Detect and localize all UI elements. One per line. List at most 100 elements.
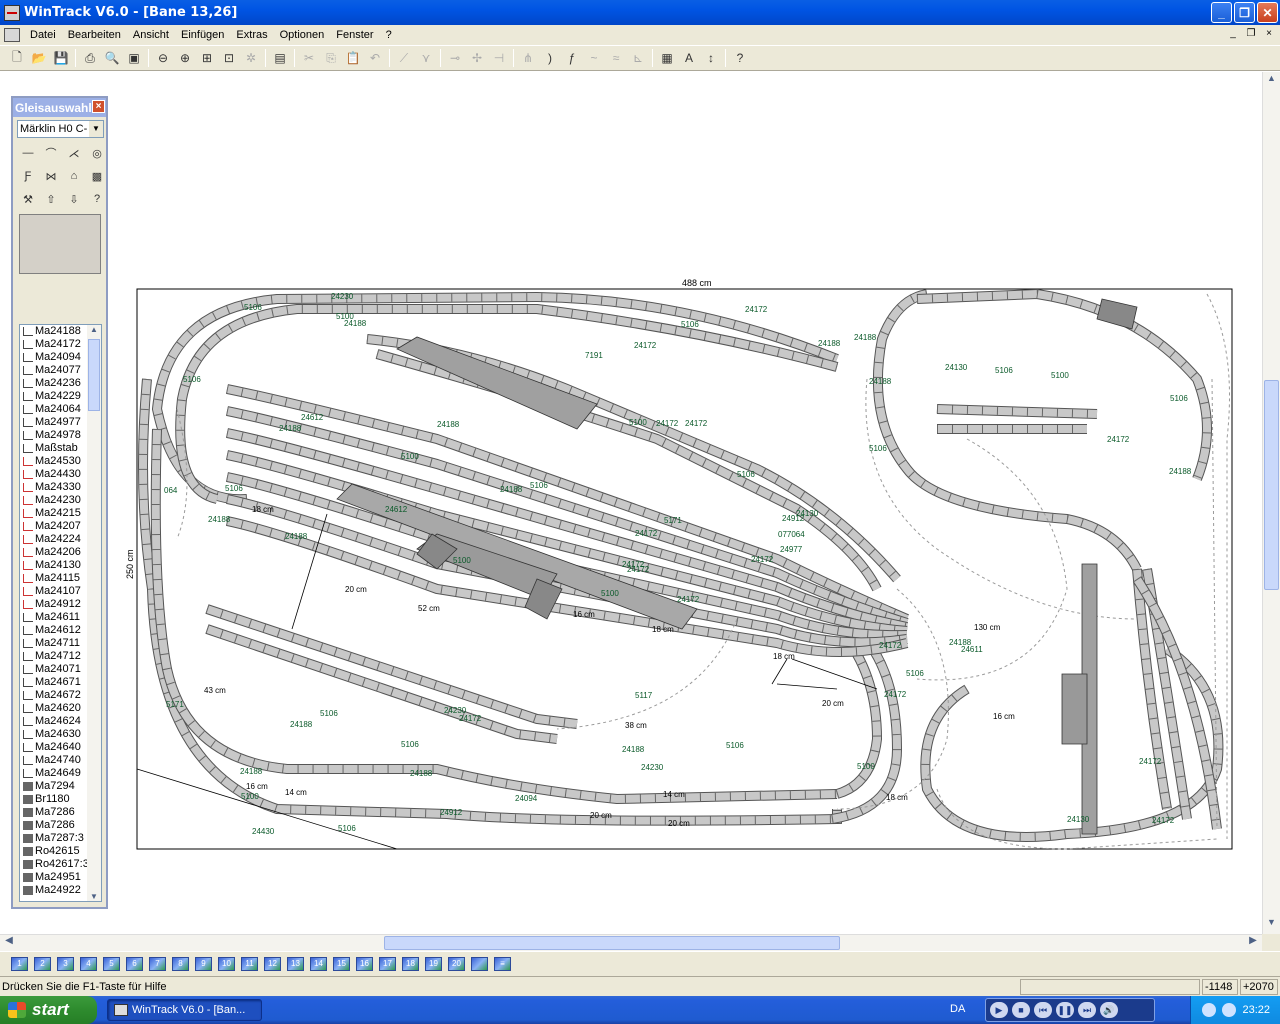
down-icon[interactable]: ⇩ — [63, 188, 85, 210]
menu-item-2[interactable]: Ansicht — [127, 29, 175, 41]
layer-button[interactable]: 15 — [330, 954, 353, 974]
save-icon[interactable]: 💾 — [50, 47, 72, 69]
layer-button[interactable]: 5 — [100, 954, 123, 974]
open-icon[interactable]: 📂 — [28, 47, 50, 69]
parts-list-icon[interactable]: ▤ — [269, 47, 291, 69]
palette-close-button[interactable]: × — [92, 100, 105, 113]
scroll-down-icon[interactable]: ▼ — [1264, 917, 1279, 933]
up-icon[interactable]: ⇧ — [40, 188, 62, 210]
layer-button[interactable]: 3 — [54, 954, 77, 974]
layer-button[interactable]: 7 — [146, 954, 169, 974]
menu-item-1[interactable]: Bearbeiten — [62, 29, 127, 41]
menu-item-0[interactable]: Datei — [24, 29, 62, 41]
layer-button[interactable]: 17 — [376, 954, 399, 974]
layer-button[interactable]: 8 — [169, 954, 192, 974]
taskbar-item-wintrack[interactable]: WinTrack V6.0 - [Ban... — [107, 999, 262, 1021]
layer-button[interactable]: ≡ — [491, 954, 514, 974]
print-preview-icon[interactable]: 🔍 — [101, 47, 123, 69]
new-icon[interactable]: 🗋 — [6, 47, 28, 69]
align-icon[interactable]: ⊣ — [488, 47, 510, 69]
right-station-building[interactable] — [1061, 673, 1088, 745]
measure-icon[interactable]: ⊾ — [627, 47, 649, 69]
mdi-close-button[interactable]: × — [1262, 28, 1276, 41]
scroll-left-icon[interactable]: ◀ — [1, 935, 17, 951]
help-pointer-icon[interactable]: ? — [729, 47, 751, 69]
layer-button[interactable]: 4 — [77, 954, 100, 974]
curve-tool-icon[interactable]: ) — [539, 47, 561, 69]
signal-icon[interactable]: Ƒ — [17, 165, 39, 187]
print-icon[interactable]: ⎙ — [79, 47, 101, 69]
copy-icon[interactable]: ⎘ — [320, 47, 342, 69]
scroll-right-icon[interactable]: ▶ — [1245, 935, 1261, 951]
layer-button[interactable]: 19 — [422, 954, 445, 974]
menu-item-5[interactable]: Optionen — [274, 29, 331, 41]
list-scroll-up-icon[interactable]: ▲ — [87, 325, 101, 334]
layer-button[interactable]: 6 — [123, 954, 146, 974]
app-icon[interactable] — [4, 4, 20, 21]
height-icon[interactable]: ↕ — [700, 47, 722, 69]
track-list-scroll-thumb[interactable] — [88, 339, 100, 411]
vertical-scroll-thumb[interactable] — [1264, 380, 1279, 590]
layer-button[interactable]: 1 — [8, 954, 31, 974]
layer-button[interactable]: 10 — [215, 954, 238, 974]
zoom-window-icon[interactable]: ⊞ — [196, 47, 218, 69]
close-button[interactable]: ✕ — [1257, 2, 1278, 23]
menu-item-7[interactable]: ? — [380, 29, 398, 41]
layer-button[interactable]: 12 — [261, 954, 284, 974]
menu-item-3[interactable]: Einfügen — [175, 29, 230, 41]
flex-2-icon[interactable]: ≈ — [605, 47, 627, 69]
stop-icon[interactable]: ■ — [1012, 1002, 1030, 1018]
curve-track-icon[interactable]: ⌒ — [40, 142, 62, 164]
previous-icon[interactable]: ⏮ — [1034, 1002, 1052, 1018]
turntable-icon[interactable]: ◎ — [86, 142, 108, 164]
text-icon[interactable]: A — [678, 47, 700, 69]
layer-button[interactable] — [468, 954, 491, 974]
language-indicator[interactable]: DA — [950, 1003, 965, 1015]
track-list-scrollbar[interactable]: ▲ ▼ — [87, 325, 101, 901]
image-icon[interactable]: ▣ — [123, 47, 145, 69]
rotate-icon[interactable]: ✢ — [466, 47, 488, 69]
layer-button[interactable]: 13 — [284, 954, 307, 974]
zoom-in-icon[interactable]: ⊕ — [174, 47, 196, 69]
pause-icon[interactable]: ❚❚ — [1056, 1002, 1074, 1018]
scroll-up-icon[interactable]: ▲ — [1264, 73, 1279, 89]
vertical-scrollbar[interactable]: ▲ ▼ — [1262, 72, 1280, 934]
menu-item-4[interactable]: Extras — [230, 29, 273, 41]
maximize-button[interactable]: ❐ — [1234, 2, 1255, 23]
color-icon[interactable]: ▦ — [656, 47, 678, 69]
help-icon[interactable]: ? — [86, 188, 108, 210]
crossing-icon[interactable]: ⋈ — [40, 165, 62, 187]
track-tool-2-icon[interactable]: ⋎ — [415, 47, 437, 69]
layer-button[interactable]: 11 — [238, 954, 261, 974]
palette-header[interactable]: Gleisauswahl × — [13, 98, 106, 117]
horizontal-scroll-thumb[interactable] — [384, 936, 840, 950]
right-siding-1[interactable] — [936, 404, 1098, 419]
zoom-all-icon[interactable]: ✲ — [240, 47, 262, 69]
flex-draw-icon[interactable]: ƒ — [561, 47, 583, 69]
building-icon[interactable]: ⌂ — [63, 165, 85, 187]
flex-icon[interactable]: ~ — [583, 47, 605, 69]
track-tool-1-icon[interactable]: ⟋ — [393, 47, 415, 69]
track-list[interactable]: Ma24188 Ma24172 Ma24094 Ma24077 Ma24236 Ma242… — [19, 324, 102, 902]
network-tray-icon[interactable] — [1222, 1003, 1237, 1017]
chevron-down-icon[interactable]: ▼ — [89, 121, 103, 137]
zoom-out-icon[interactable]: ⊖ — [152, 47, 174, 69]
paste-icon[interactable]: 📋 — [342, 47, 364, 69]
connect-icon[interactable]: ⊸ — [444, 47, 466, 69]
start-button[interactable]: start — [0, 996, 97, 1024]
layer-button[interactable]: 2 — [31, 954, 54, 974]
train-icon[interactable]: ▩ — [86, 165, 108, 187]
layer-button[interactable]: 9 — [192, 954, 215, 974]
undo-icon[interactable]: ↶ — [364, 47, 386, 69]
volume-icon[interactable]: 🔊 — [1100, 1002, 1118, 1018]
zoom-fit-icon[interactable]: ⊡ — [218, 47, 240, 69]
mdi-restore-button[interactable]: ❐ — [1244, 28, 1258, 41]
media-logo-icon[interactable]: ▶ — [990, 1002, 1008, 1018]
switch-tool-icon[interactable]: ⋔ — [517, 47, 539, 69]
horizontal-scrollbar[interactable]: ◀ ▶ — [0, 934, 1262, 951]
layer-button[interactable]: 16 — [353, 954, 376, 974]
mdi-minimize-button[interactable]: _ — [1226, 28, 1240, 41]
layer-button[interactable]: 14 — [307, 954, 330, 974]
track-system-select[interactable]: Märklin H0 C- ▼ — [17, 120, 104, 138]
track-layout-canvas[interactable]: 24172 24188 24172 24188 24912 24172 24188 24172… — [125, 278, 1234, 851]
